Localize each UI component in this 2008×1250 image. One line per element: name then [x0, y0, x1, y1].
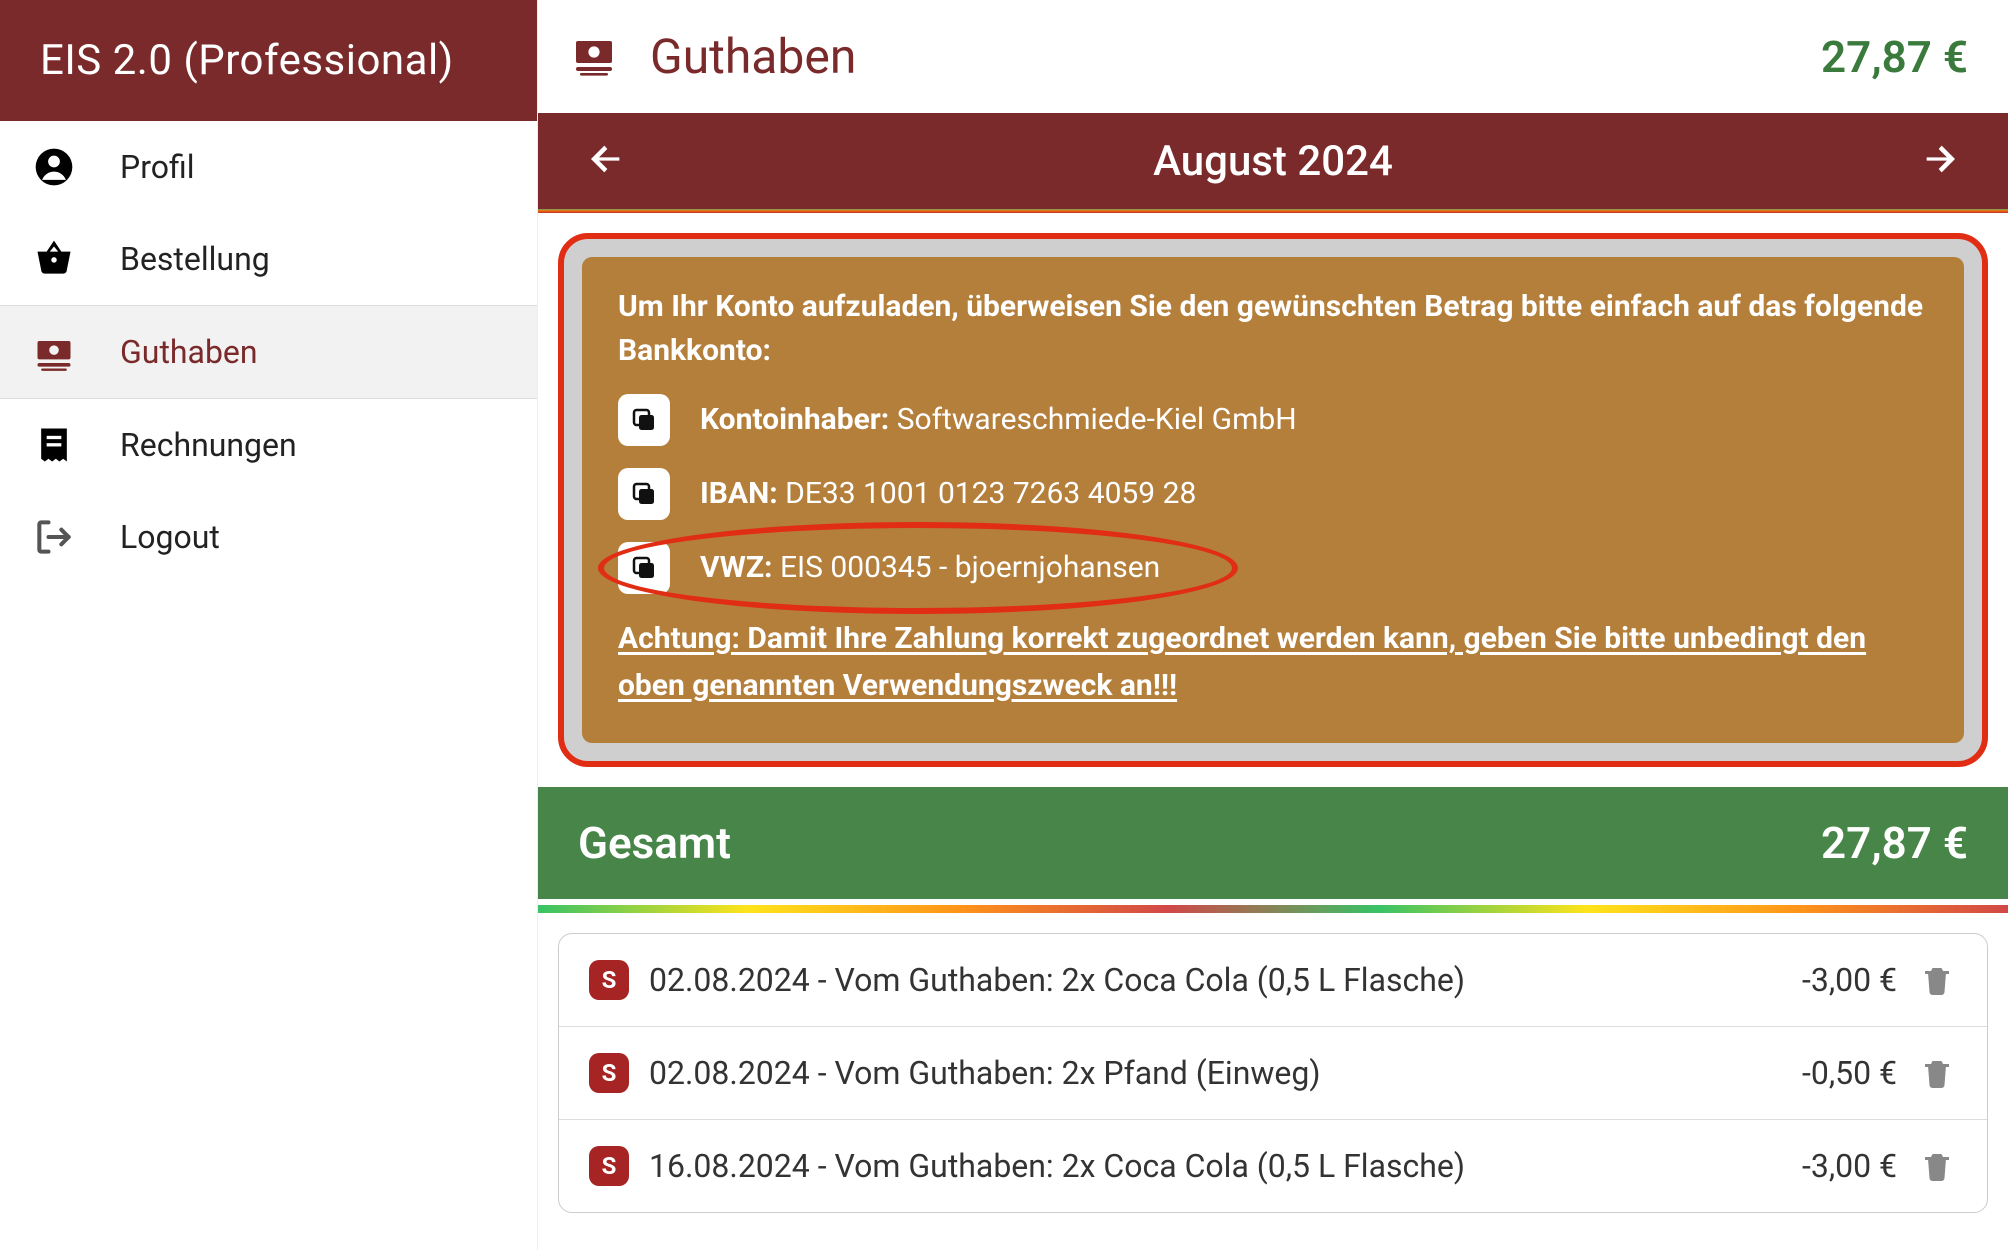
transaction-row: S 02.08.2024 - Vom Guthaben: 2x Pfand (E…: [559, 1026, 1987, 1119]
transaction-list: S 02.08.2024 - Vom Guthaben: 2x Coca Col…: [558, 933, 1988, 1213]
basket-icon: [32, 237, 76, 281]
banknotes-icon: [570, 31, 618, 83]
bank-vwz-row: VWZ: EIS 000345 - bjoernjohansen: [618, 542, 1928, 594]
sidebar-item-guthaben[interactable]: Guthaben: [0, 306, 537, 398]
bank-info-intro: Um Ihr Konto aufzuladen, überweisen Sie …: [618, 285, 1928, 372]
bank-iban-label: IBAN:: [700, 476, 778, 511]
bank-vwz-value: EIS 000345 - bjoernjohansen: [780, 550, 1160, 585]
month-label: August 2024: [1153, 137, 1393, 186]
banknotes-icon: [32, 330, 76, 374]
content: Um Ihr Konto aufzuladen, überweisen Sie …: [538, 209, 2008, 1250]
tx-type-badge: S: [589, 1053, 629, 1093]
app-title: EIS 2.0 (Professional): [0, 0, 537, 121]
copy-icon: [629, 405, 659, 435]
decorative-strip: [538, 905, 2008, 913]
logout-icon: [32, 515, 76, 559]
total-value: 27,87 €: [1821, 817, 1968, 869]
bank-iban-text: IBAN: DE33 1001 0123 7263 4059 28: [700, 472, 1196, 516]
transaction-row: S 16.08.2024 - Vom Guthaben: 2x Coca Col…: [559, 1119, 1987, 1212]
bank-owner-row: Kontoinhaber: Softwareschmiede-Kiel GmbH: [618, 394, 1928, 446]
bank-iban-row: IBAN: DE33 1001 0123 7263 4059 28: [618, 468, 1928, 520]
sidebar-item-rechnungen[interactable]: Rechnungen: [0, 399, 537, 491]
bank-iban-value: DE33 1001 0123 7263 4059 28: [785, 476, 1196, 511]
sidebar-item-bestellung[interactable]: Bestellung: [0, 213, 537, 305]
sidebar-nav: Profil Bestellung Guthaben Rechnungen: [0, 121, 537, 583]
tx-amount: -3,00 €: [1802, 1147, 1897, 1185]
bank-info-warning: Achtung: Damit Ihre Zahlung korrekt zuge…: [618, 616, 1928, 709]
total-bar: Gesamt 27,87 €: [538, 787, 2008, 899]
tx-description: 02.08.2024 - Vom Guthaben: 2x Coca Cola …: [649, 961, 1782, 999]
prev-month-button[interactable]: [578, 135, 634, 187]
sidebar-item-profil[interactable]: Profil: [0, 121, 537, 213]
bank-owner-text: Kontoinhaber: Softwareschmiede-Kiel GmbH: [700, 398, 1297, 442]
tx-description: 02.08.2024 - Vom Guthaben: 2x Pfand (Ein…: [649, 1054, 1782, 1092]
delete-tx-button[interactable]: [1917, 1146, 1957, 1186]
bank-info-card: Um Ihr Konto aufzuladen, überweisen Sie …: [582, 257, 1964, 743]
copy-owner-button[interactable]: [618, 394, 670, 446]
sidebar-item-label: Logout: [120, 518, 220, 556]
delete-tx-button[interactable]: [1917, 960, 1957, 1000]
tx-type-badge: S: [589, 960, 629, 1000]
page-title: Guthaben: [650, 28, 856, 85]
person-icon: [32, 145, 76, 189]
sidebar-item-label: Bestellung: [120, 240, 270, 278]
bank-owner-value: Softwareschmiede-Kiel GmbH: [897, 402, 1297, 437]
topbar: Guthaben 27,87 €: [538, 0, 2008, 113]
tx-amount: -3,00 €: [1802, 961, 1897, 999]
copy-vwz-button[interactable]: [618, 542, 670, 594]
tx-amount: -0,50 €: [1802, 1054, 1897, 1092]
arrow-right-icon: [1920, 139, 1960, 179]
tx-type-badge: S: [589, 1146, 629, 1186]
sidebar-item-label: Profil: [120, 148, 194, 186]
main: Guthaben 27,87 € August 2024 Um Ihr Kont…: [538, 0, 2008, 1250]
transaction-row: S 02.08.2024 - Vom Guthaben: 2x Coca Col…: [559, 934, 1987, 1026]
sidebar-item-label: Rechnungen: [120, 426, 297, 464]
trash-icon: [1919, 962, 1955, 998]
bank-vwz-text: VWZ: EIS 000345 - bjoernjohansen: [700, 546, 1160, 590]
copy-iban-button[interactable]: [618, 468, 670, 520]
month-selector: August 2024: [538, 113, 2008, 209]
trash-icon: [1919, 1055, 1955, 1091]
next-month-button[interactable]: [1912, 135, 1968, 187]
balance-value: 27,87 €: [1821, 31, 1968, 83]
total-label: Gesamt: [578, 817, 731, 869]
arrow-left-icon: [586, 139, 626, 179]
sidebar: EIS 2.0 (Professional) Profil Bestellung…: [0, 0, 538, 1250]
delete-tx-button[interactable]: [1917, 1053, 1957, 1093]
sidebar-item-logout[interactable]: Logout: [0, 491, 537, 583]
bank-owner-label: Kontoinhaber:: [700, 402, 889, 437]
copy-icon: [629, 479, 659, 509]
bank-info-highlight: Um Ihr Konto aufzuladen, überweisen Sie …: [558, 233, 1988, 767]
tx-description: 16.08.2024 - Vom Guthaben: 2x Coca Cola …: [649, 1147, 1782, 1185]
receipt-icon: [32, 423, 76, 467]
topbar-left: Guthaben: [570, 28, 856, 85]
sidebar-item-label: Guthaben: [120, 333, 258, 371]
copy-icon: [629, 553, 659, 583]
trash-icon: [1919, 1148, 1955, 1184]
bank-vwz-label: VWZ:: [700, 550, 773, 585]
